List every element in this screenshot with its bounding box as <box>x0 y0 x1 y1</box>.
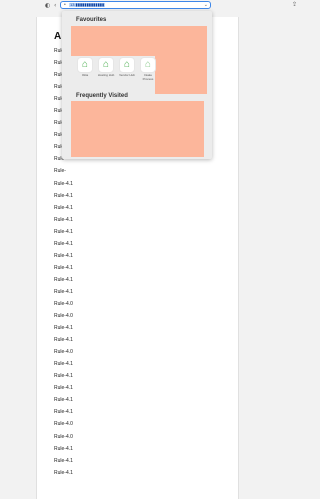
rule-item: Rule-4.1 <box>54 252 73 259</box>
sidebar-icon[interactable]: ◐ <box>45 2 50 9</box>
rule-item: Rule-4.1 <box>54 276 73 283</box>
frequently-visited-title: Frequently Visited <box>76 93 128 99</box>
rule-item: Rule-4.1 <box>54 204 73 211</box>
rule-item: Rule-4.1 <box>54 361 73 368</box>
rule-item: Rule-4.0 <box>54 300 73 307</box>
rule-item: Rule-4.1 <box>54 240 73 247</box>
house-icon: ⌂ <box>140 57 156 73</box>
favourites-placeholder-block <box>155 56 207 94</box>
browser-toolbar: ◐ ‹ • 13 ▮▮▮▮▮▮▮▮▮▮▮▮▮ ⌄ ⇪ <box>0 0 301 11</box>
rule-item: Rule-4.1 <box>54 325 73 332</box>
favourite-tile-label: Okta <box>81 73 89 77</box>
favourite-tile-label: Intake Process <box>142 73 154 81</box>
rule-item: Rule-4.1 <box>54 373 73 380</box>
rule-item: Rule-4.1 <box>54 288 73 295</box>
rule-item: Rule-4.1 <box>54 445 73 452</box>
favourite-tile-label: Hosting Hub <box>97 73 115 77</box>
house-icon: ⌂ <box>77 57 93 73</box>
favourites-title: Favourites <box>76 17 107 23</box>
rule-item: Rule-4.1 <box>54 457 73 464</box>
address-bar-url[interactable]: 13 ▮▮▮▮▮▮▮▮▮▮▮▮▮ <box>69 3 106 7</box>
rule-item: Rule-4.1 <box>54 409 73 416</box>
rule-item: Rule-4.0 <box>54 421 73 428</box>
rule-item: Rule-4.1 <box>54 469 73 476</box>
back-icon[interactable]: ‹ <box>54 2 56 9</box>
favourite-tile-hosting-hub[interactable]: ⌂ Hosting Hub <box>97 57 115 78</box>
rule-item: Rule-4.1 <box>54 192 73 199</box>
favourite-tile-okta[interactable]: ⌂ Okta <box>76 57 94 78</box>
rule-item: Rule-4.1 <box>54 337 73 344</box>
rule-item: Rule-4.1 <box>54 264 73 271</box>
rule-item: Rule-4.0 <box>54 433 73 440</box>
favourite-tile-vendor-hub[interactable]: ⌂ Vendor Hub <box>118 57 136 78</box>
rule-item: Rule-4.1 <box>54 228 73 235</box>
rule-item: Rule-4.1 <box>54 216 73 223</box>
house-icon: ⌂ <box>119 57 135 73</box>
frequently-visited-placeholder-block <box>71 101 204 157</box>
favourites-placeholder-block <box>71 26 207 56</box>
favourites-dropdown: Favourites ⌂ Okta ⌂ Hosting Hub ⌂ Vendor… <box>62 11 212 159</box>
page-heading: A <box>54 31 62 42</box>
favourite-tile-label: Vendor Hub <box>119 73 135 77</box>
rule-item: Rule-4.0 <box>54 313 73 320</box>
house-icon: ⌂ <box>98 57 114 73</box>
rule-item: Rule- <box>54 168 66 175</box>
address-bar[interactable]: • 13 ▮▮▮▮▮▮▮▮▮▮▮▮▮ ⌄ <box>60 1 211 9</box>
share-icon[interactable]: ⇪ <box>292 2 297 9</box>
rule-item: Rule-4.1 <box>54 397 73 404</box>
rule-item: Rule-4.1 <box>54 385 73 392</box>
rule-item: Rule-4.0 <box>54 349 73 356</box>
favourite-tile-intake-process[interactable]: ⌂ Intake Process <box>139 57 157 81</box>
chevron-down-icon[interactable]: ⌄ <box>204 2 208 8</box>
rule-item: Rule-4.1 <box>54 180 73 187</box>
lock-icon: • <box>64 2 66 8</box>
